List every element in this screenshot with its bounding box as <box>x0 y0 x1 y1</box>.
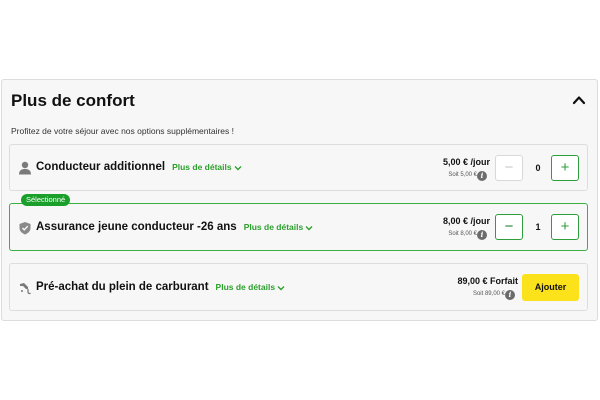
section-subtitle: Profitez de votre séjour avec nos option… <box>11 126 235 136</box>
details-link[interactable]: Plus de détails <box>172 162 242 172</box>
option-price: 89,00 € Forfait <box>457 276 518 286</box>
option-title-text: Assurance jeune conducteur -26 ans <box>36 221 237 233</box>
details-link[interactable]: Plus de détails <box>216 282 286 292</box>
person-icon <box>19 161 31 175</box>
chevron-down-icon <box>277 285 285 291</box>
option-title: Assurance jeune conducteur -26 ans Plus d… <box>36 221 313 233</box>
decrement-button[interactable]: − <box>495 214 523 240</box>
chevron-up-icon[interactable] <box>572 93 586 107</box>
option-title-text: Pré-achat du plein de carburant <box>36 281 209 293</box>
option-price-sub: Soit 5,00 € <box>448 172 477 178</box>
option-title: Conducteur additionnel Plus de détails <box>36 161 242 173</box>
option-title: Pré-achat du plein de carburant Plus de d… <box>36 281 285 293</box>
increment-button[interactable]: + <box>551 155 579 181</box>
option-price-sub: Soit 8,00 € <box>448 231 477 237</box>
details-link-label: Plus de détails <box>215 282 276 292</box>
chevron-down-icon <box>305 225 313 231</box>
option-card-additional-driver: Conducteur additionnel Plus de détails 5,… <box>9 144 588 191</box>
option-price: 8,00 € /jour <box>442 216 490 226</box>
fuel-nozzle-icon <box>20 283 31 295</box>
chevron-down-icon <box>234 165 242 171</box>
info-icon[interactable]: i <box>477 171 487 181</box>
info-icon[interactable]: i <box>477 230 487 240</box>
option-price-sub: Soit 89,00 € <box>472 291 505 297</box>
option-title-text: Conducteur additionnel <box>36 161 166 173</box>
decrement-button[interactable]: − <box>495 155 523 181</box>
quantity-value: 1 <box>535 222 541 232</box>
selected-badge: Sélectionné <box>21 194 71 206</box>
details-link-label: Plus de détails <box>172 162 232 172</box>
info-icon[interactable]: i <box>505 290 515 300</box>
add-button[interactable]: Ajouter <box>522 274 579 301</box>
details-link-label: Plus de détails <box>243 222 304 232</box>
section-title: Plus de confort <box>11 91 135 110</box>
shield-icon <box>19 222 31 235</box>
option-card-young-driver-insurance: Assurance jeune conducteur -26 ans Plus d… <box>9 203 588 251</box>
option-card-fuel-prepurchase: Pré-achat du plein de carburant Plus de d… <box>9 263 588 311</box>
quantity-value: 0 <box>535 163 541 173</box>
increment-button[interactable]: + <box>551 214 579 240</box>
details-link[interactable]: Plus de détails <box>244 222 314 232</box>
option-price: 5,00 € /jour <box>442 157 490 167</box>
